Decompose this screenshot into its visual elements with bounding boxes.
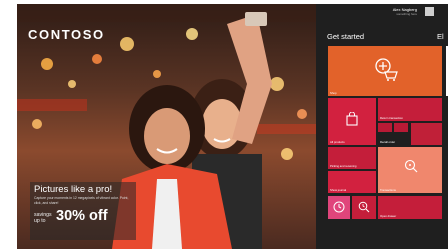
tile-return-transaction[interactable]: Return transaction	[378, 98, 442, 121]
contoso-logo: CONTOSO	[28, 27, 105, 42]
tile-shop[interactable]: Shop	[328, 46, 442, 96]
tile-recall-label: Recall order	[380, 140, 396, 144]
promo-banner[interactable]: Pictures like a pro! Capture your moment…	[30, 182, 136, 240]
tile-all-products-label: All products	[330, 140, 345, 144]
user-subtitle: something here	[396, 12, 417, 16]
tile-small-3[interactable]	[411, 123, 442, 145]
hero-photo: CONTOSO Pictures like a pro! Capture you…	[17, 4, 316, 249]
promo-headline: Pictures like a pro!	[34, 184, 113, 195]
promo-subtext: Capture your moments in 12 megapixels of…	[34, 196, 129, 205]
pos-start-screen: CONTOSO Pictures like a pro! Capture you…	[17, 4, 448, 249]
shopping-bag-icon	[346, 112, 358, 126]
tile-open-drawer[interactable]: Open drawer	[378, 196, 442, 219]
tile-time-search[interactable]	[352, 196, 376, 219]
tile-journal[interactable]: Show journal	[328, 171, 376, 193]
promo-discount: 30% off	[56, 208, 108, 224]
tile-open-drawer-label: Open drawer	[380, 214, 397, 218]
user-info[interactable]: Alex Nagberg something here	[393, 7, 417, 16]
tag-icon	[404, 159, 418, 173]
promo-savings-label: savings up to	[34, 212, 52, 224]
tile-picking[interactable]: Picking and receiving	[328, 147, 376, 169]
tile-picking-label: Picking and receiving	[330, 164, 357, 168]
tile-return-label: Return transaction	[380, 116, 403, 120]
tile-transactions-label: Transactions	[380, 188, 396, 192]
tile-shop-label: Shop	[330, 91, 337, 95]
section-title-next: El	[437, 32, 444, 41]
avatar[interactable]	[425, 7, 434, 16]
start-panel: Alex Nagberg something here Get started …	[316, 4, 448, 249]
tile-recall-order[interactable]: Recall order	[378, 123, 409, 145]
tile-all-products[interactable]: All products	[328, 98, 376, 145]
tile-clock[interactable]	[328, 196, 350, 219]
tile-transactions[interactable]: Transactions	[378, 147, 442, 193]
tile-journal-label: Show journal	[330, 188, 347, 192]
clock-icon	[333, 201, 345, 213]
time-search-icon	[358, 201, 370, 213]
add-to-cart-icon	[375, 58, 398, 81]
section-title-get-started: Get started	[327, 32, 365, 41]
